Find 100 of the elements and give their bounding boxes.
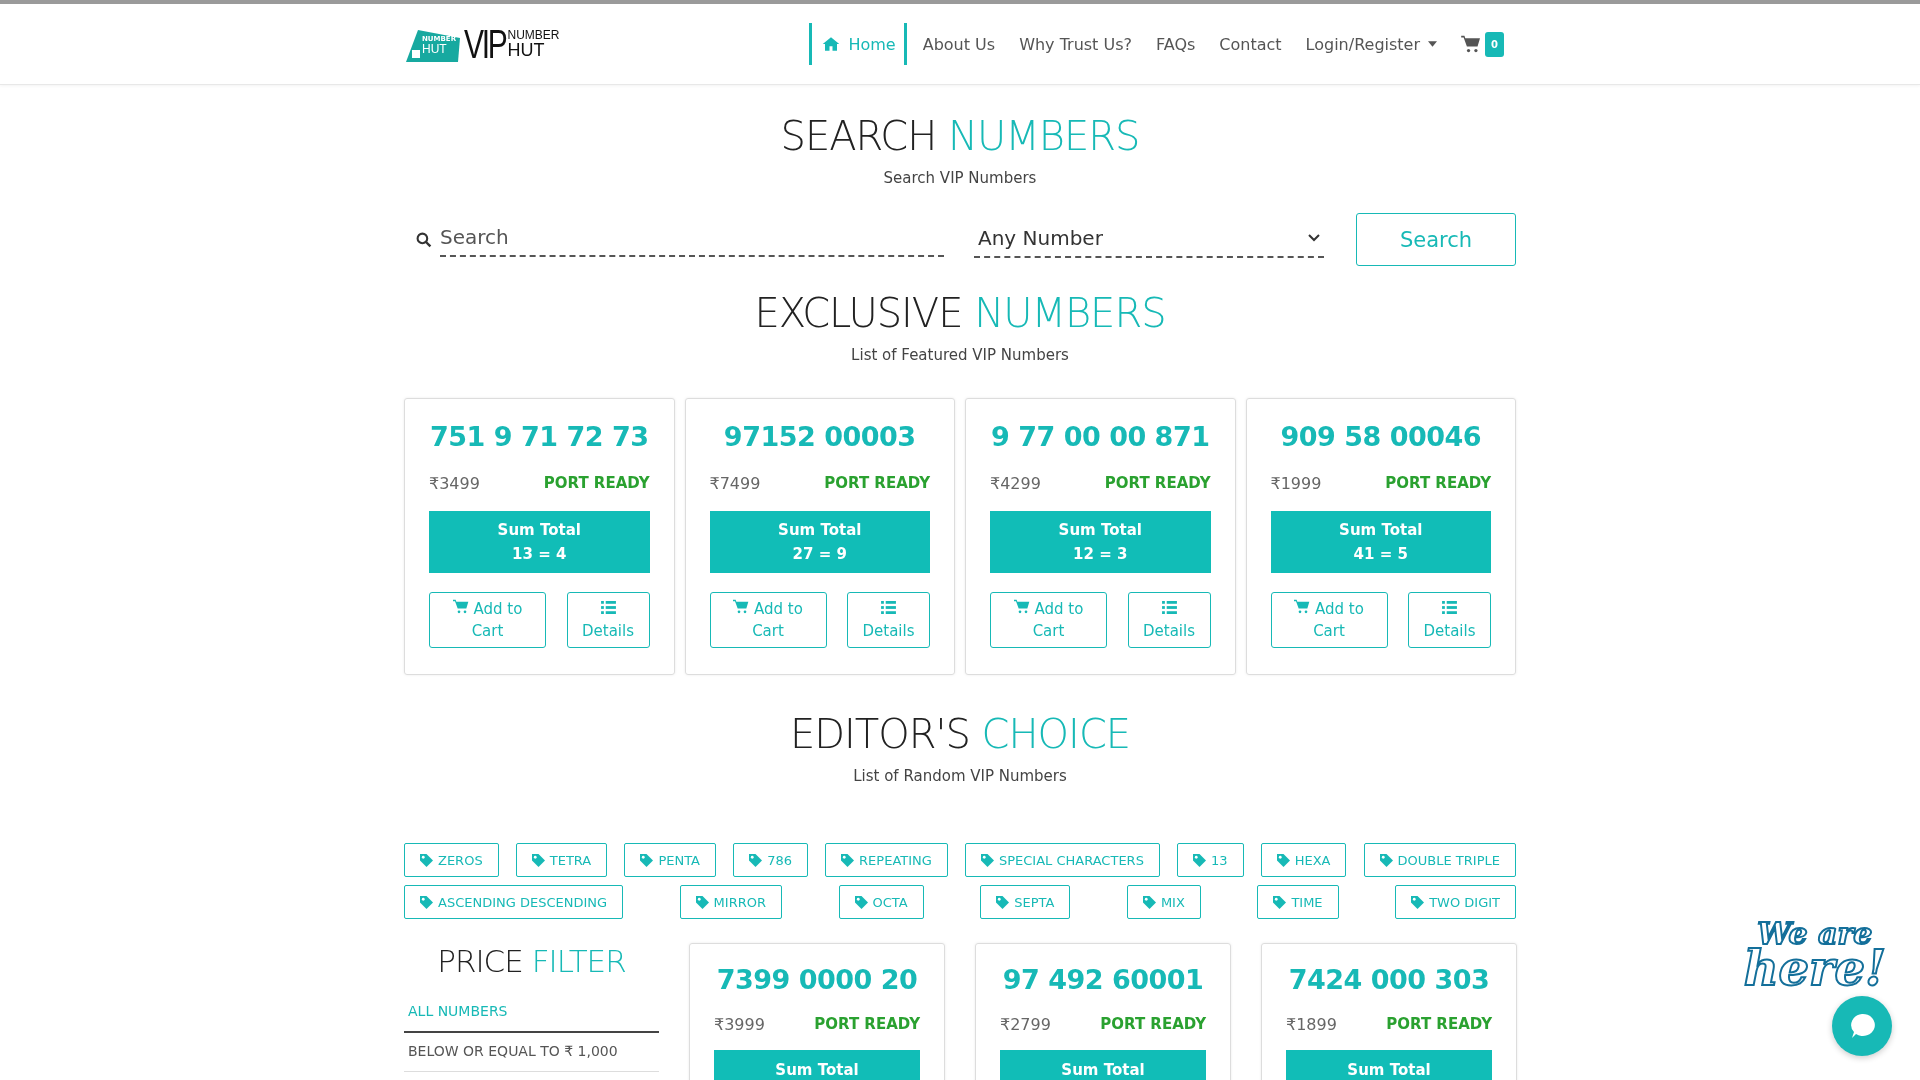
tag-icon	[996, 895, 1010, 909]
add-to-cart-button[interactable]: Add to Cart	[990, 592, 1107, 648]
search-button[interactable]: Search	[1356, 213, 1516, 266]
tag-icon	[420, 853, 433, 867]
details-button[interactable]: Details	[1127, 592, 1211, 648]
price: ₹7499	[709, 474, 761, 493]
category-tag[interactable]: SEPTA	[980, 885, 1071, 919]
sum-total-value: 41 = 5	[1353, 545, 1408, 563]
home-icon	[822, 36, 841, 52]
vip-number: 9 77 00 00 871	[990, 421, 1211, 452]
category-tag[interactable]: ZEROS	[404, 843, 499, 877]
port-status: PORT READY	[1104, 474, 1211, 493]
details-button[interactable]: Details	[847, 592, 930, 648]
chevron-down-icon	[1308, 233, 1320, 242]
port-status: PORT READY	[814, 1015, 920, 1034]
sum-total-label: Sum Total	[778, 521, 862, 539]
price: ₹1899	[1286, 1015, 1337, 1034]
cart-icon[interactable]	[1461, 35, 1482, 53]
price-filter-option[interactable]: ALL NUMBERS	[404, 993, 659, 1033]
category-tag[interactable]: TETRA	[515, 843, 608, 877]
cart-icon	[452, 598, 469, 614]
vip-number: 7424 000 303	[1287, 964, 1491, 995]
add-to-cart-button[interactable]: Add to Cart	[429, 592, 546, 648]
sum-total-label: Sum Total	[1347, 1061, 1431, 1079]
nav-link[interactable]: Home	[809, 23, 907, 65]
tag-icon	[1142, 895, 1156, 909]
details-button[interactable]: Details	[1408, 592, 1491, 648]
list-icon	[600, 600, 616, 614]
tag-icon	[695, 895, 709, 909]
nav-link[interactable]: Why Trust Us?	[1007, 23, 1144, 65]
vip-number: 7399 0000 20	[715, 964, 919, 995]
sum-total-label: Sum Total	[1058, 521, 1142, 539]
logo-word-text: HUT	[507, 41, 546, 59]
sum-total-label: Sum Total	[775, 1061, 859, 1079]
section-subtitle: List of Random VIP Numbers	[852, 767, 1068, 785]
port-status: PORT READY	[543, 474, 650, 493]
port-status: PORT READY	[1386, 1015, 1492, 1034]
tag-icon	[1273, 895, 1287, 909]
price: ₹2799	[1000, 1015, 1051, 1034]
nav-link[interactable]: FAQs	[1144, 23, 1208, 65]
sum-total-value: 13 = 4	[512, 545, 567, 563]
category-tag[interactable]: REPEATING	[825, 843, 948, 877]
category-tag[interactable]: SPECIAL CHARACTERS	[964, 843, 1160, 877]
add-to-cart-button[interactable]: Add to Cart	[1270, 592, 1388, 648]
nav-link[interactable]: Contact	[1207, 23, 1294, 65]
category-tag[interactable]: HEXA	[1260, 843, 1347, 877]
tag-icon	[1193, 853, 1206, 867]
section-title: EDITOR'S CHOICE	[789, 711, 1131, 757]
category-tag[interactable]: OCTA	[838, 885, 924, 919]
filter-title: PRICE FILTER	[437, 943, 626, 979]
section-title: SEARCH NUMBERS	[780, 113, 1140, 159]
category-tag[interactable]: TIME	[1257, 885, 1339, 919]
cart-count-badge: 0	[1485, 31, 1504, 57]
vip-number: 751 9 71 72 73	[429, 421, 650, 452]
section-subtitle: List of Featured VIP Numbers	[850, 346, 1070, 364]
category-tag[interactable]: 786	[733, 843, 808, 877]
sum-total-label: Sum Total	[1339, 521, 1423, 539]
sum-total-value: 27 = 9	[792, 545, 847, 563]
tag-icon	[841, 853, 855, 867]
nav-link[interactable]: Login/Register	[1293, 23, 1450, 65]
tag-icon	[1379, 853, 1393, 867]
cart-icon	[1013, 598, 1030, 614]
port-status: PORT READY	[1100, 1015, 1206, 1034]
list-icon	[1442, 600, 1457, 614]
category-tag[interactable]: MIX	[1126, 885, 1201, 919]
category-tag[interactable]: TWO DIGIT	[1395, 885, 1516, 919]
price: ₹4299	[990, 474, 1041, 493]
tag-icon	[420, 895, 433, 909]
category-tag[interactable]: ASCENDING DESCENDING	[404, 885, 624, 919]
category-tag[interactable]: MIRROR	[679, 885, 782, 919]
category-tag[interactable]: DOUBLE TRIPLE	[1363, 843, 1516, 877]
vip-number: 97152 00003	[722, 421, 917, 452]
logo-vip-text: VIP	[464, 24, 506, 64]
caret-icon	[1428, 41, 1438, 47]
category-tag[interactable]: PENTA	[624, 843, 716, 877]
tag-icon	[1411, 895, 1425, 909]
number-type-select[interactable]: Any Number	[974, 221, 1324, 258]
price-filter-option[interactable]: BELOW OR EQUAL TO ₹ 1,000	[404, 1033, 659, 1072]
we-are-here-text: here!	[1743, 946, 1886, 990]
logo-word-text: NUMBER	[507, 29, 560, 41]
sum-total-label: Sum Total	[1061, 1061, 1145, 1079]
vip-number: 97 492 60001	[1001, 964, 1205, 995]
logo-badge-text: HUT	[422, 43, 448, 55]
price: ₹3499	[429, 474, 480, 493]
tag-icon	[640, 853, 654, 867]
cart-icon	[733, 598, 750, 614]
price: ₹1999	[1270, 474, 1322, 493]
port-status: PORT READY	[824, 474, 930, 493]
list-icon	[881, 600, 896, 614]
cart-icon	[1294, 598, 1311, 614]
port-status: PORT READY	[1385, 474, 1491, 493]
details-button[interactable]: Details	[566, 592, 650, 648]
nav-link[interactable]: About Us	[910, 23, 1008, 65]
tag-icon	[980, 853, 994, 867]
category-tag[interactable]: 13	[1177, 843, 1244, 877]
section-subtitle: Search VIP Numbers	[882, 169, 1038, 187]
section-title: EXCLUSIVE NUMBERS	[754, 290, 1166, 336]
list-icon	[1161, 600, 1177, 614]
tag-icon	[1276, 853, 1290, 867]
add-to-cart-button[interactable]: Add to Cart	[709, 592, 827, 648]
